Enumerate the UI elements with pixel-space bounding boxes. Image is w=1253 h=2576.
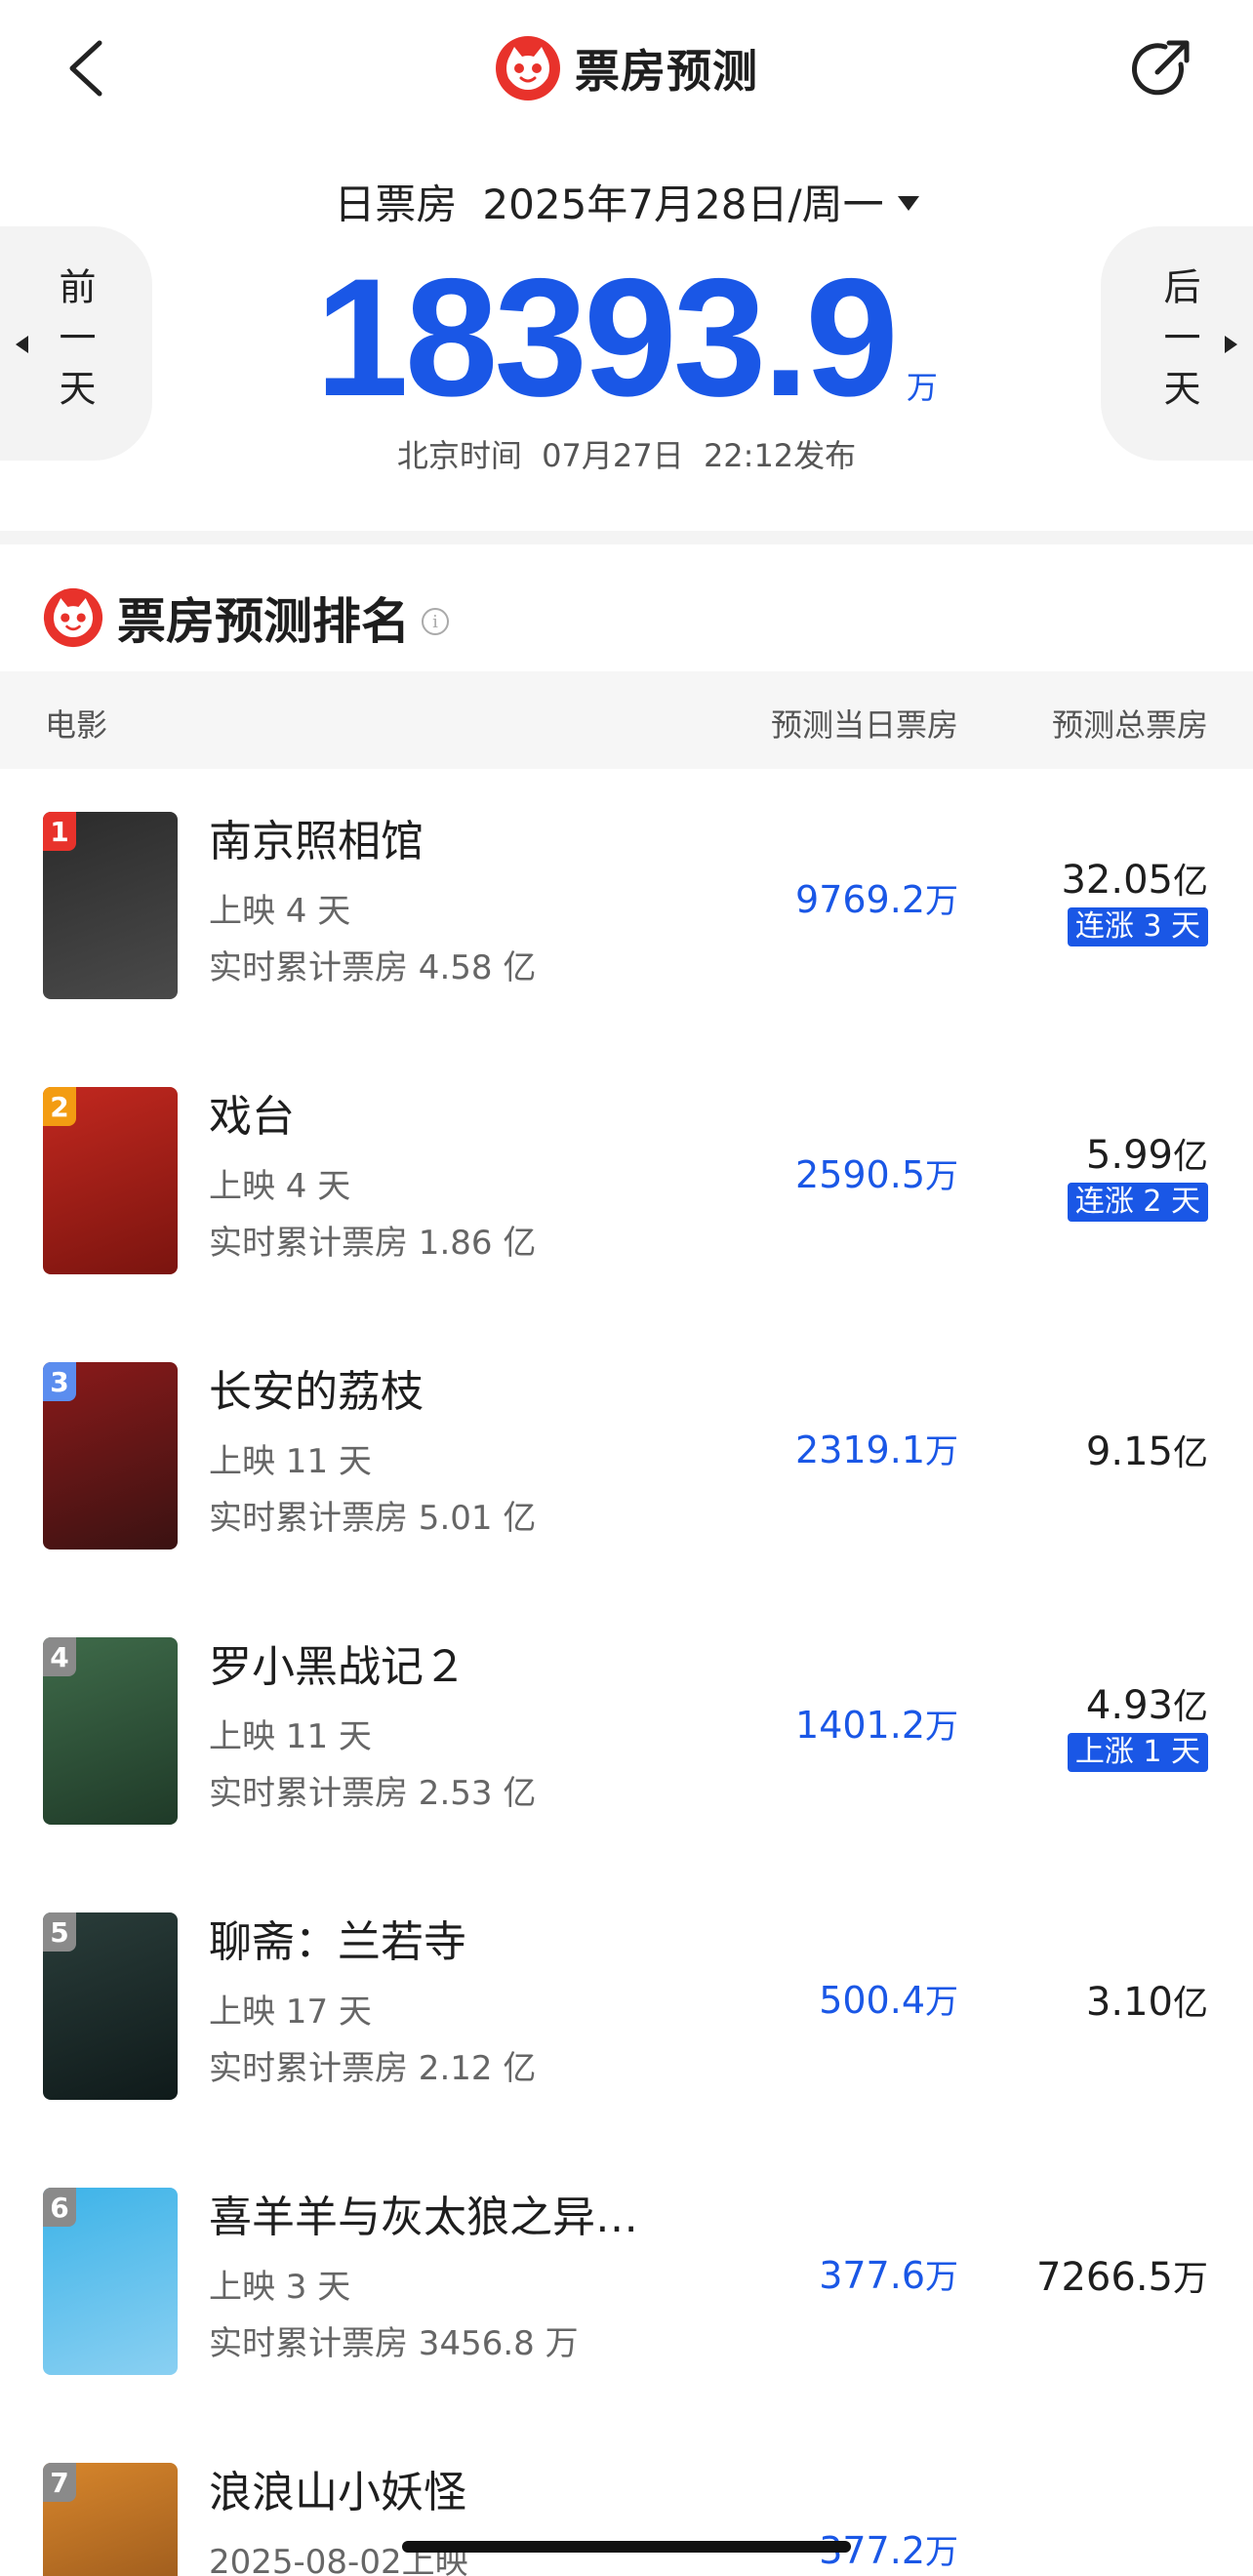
release-days: 上映 11 天 — [209, 1442, 372, 1481]
column-header-day-box-office[interactable]: 预测当日票房 — [771, 701, 958, 745]
release-days: 上映 17 天 — [209, 1992, 372, 2032]
predicted-total-value: 7266.5 — [1036, 2255, 1173, 2300]
cumulative-box-office: 实时累计票房 5.01 亿 — [209, 1499, 537, 1538]
predicted-day-value: 500.4 — [819, 1979, 925, 2022]
cumulative-box-office: 实时累计票房 3456.8 万 — [209, 2324, 579, 2363]
predicted-total-value: 9.15 — [1085, 1429, 1173, 1474]
trend-badge: 上涨 1 天 — [1067, 1733, 1208, 1772]
predicted-total-box-office: 4.93亿 — [1086, 1678, 1208, 1729]
movie-row[interactable]: 6 喜羊羊与灰太狼之异… 上映 3 天实时累计票房 3456.8 万 377.6万 72… — [0, 2145, 1253, 2420]
predicted-day-box-office: 9769.2万 — [795, 874, 958, 922]
share-icon[interactable] — [1128, 35, 1194, 101]
predicted-total-unit: 万 — [1172, 2259, 1208, 2299]
movie-title[interactable]: 喜羊羊与灰太狼之异… — [209, 2182, 638, 2244]
movie-row[interactable]: 1 南京照相馆 上映 4 天实时累计票房 4.58 亿 9769.2万 32.05亿 连涨… — [0, 769, 1253, 1044]
predicted-day-box-office: 2319.1万 — [795, 1425, 958, 1472]
predicted-day-unit: 万 — [925, 2258, 958, 2297]
info-icon[interactable]: i — [422, 608, 449, 635]
movie-row[interactable]: 5 聊斋：兰若寺上映 17 天实时累计票房 2.12 亿 500.4万 3.10亿 — [0, 1870, 1253, 2145]
rank-badge: 1 — [43, 812, 76, 851]
nav-title-group: 票房预测 — [0, 31, 1253, 105]
total-box-office: 18393.9 万 — [0, 244, 1253, 431]
publish-time: 北京时间 07月27日 22:12发布 — [396, 437, 857, 474]
movie-title[interactable]: 浪浪山小妖怪 — [209, 2457, 466, 2519]
predicted-day-unit: 万 — [925, 1432, 958, 1471]
predicted-day-value: 377.6 — [819, 2254, 925, 2297]
release-days: 上映 4 天 — [209, 892, 351, 931]
release-days: 上映 3 天 — [209, 2268, 351, 2307]
predicted-day-box-office: 377.6万 — [819, 2250, 958, 2298]
cumulative-box-office: 实时累计票房 1.86 亿 — [209, 1224, 537, 1263]
predicted-total-unit: 亿 — [1172, 1984, 1208, 2024]
date-type-label: 日票房 — [334, 180, 458, 228]
section-divider — [0, 531, 1253, 544]
home-indicator — [402, 2541, 851, 2553]
movie-title[interactable]: 罗小黑战记２ — [209, 1631, 466, 1694]
predicted-day-value: 1401.2 — [795, 1704, 925, 1747]
predicted-total-unit: 亿 — [1172, 1433, 1208, 1473]
total-box-office-unit: 万 — [906, 369, 938, 406]
predicted-total-value: 32.05 — [1061, 858, 1173, 903]
predicted-total-box-office: 7266.5万 — [1036, 2250, 1208, 2301]
rank-badge: 5 — [43, 1912, 76, 1952]
predicted-day-value: 2590.5 — [795, 1153, 925, 1196]
predicted-total-value: 5.99 — [1085, 1133, 1173, 1178]
predicted-day-value: 2319.1 — [795, 1429, 925, 1471]
ranking-title: 票房预测排名 — [117, 593, 410, 650]
predicted-day-box-office: 500.4万 — [819, 1975, 958, 2023]
table-header: 电影 预测当日票房 预测总票房 — [0, 671, 1253, 769]
movie-row[interactable]: 3 长安的荔枝上映 11 天实时累计票房 5.01 亿 2319.1万 9.15亿 — [0, 1319, 1253, 1594]
cumulative-box-office: 实时累计票房 4.58 亿 — [209, 948, 537, 987]
predicted-day-box-office: 1401.2万 — [795, 1700, 958, 1748]
rank-badge: 2 — [43, 1087, 76, 1126]
rank-badge: 4 — [43, 1637, 76, 1676]
predicted-day-unit: 万 — [925, 1983, 958, 2022]
movie-title[interactable]: 戏台 — [209, 1081, 295, 1144]
predicted-total-value: 4.93 — [1085, 1683, 1173, 1728]
movie-row[interactable]: 2 戏台上映 4 天实时累计票房 1.86 亿 2590.5万 5.99亿连涨 2 天 — [0, 1044, 1253, 1319]
release-days: 上映 4 天 — [209, 1167, 351, 1206]
release-days: 上映 11 天 — [209, 1717, 372, 1756]
movie-title[interactable]: 长安的荔枝 — [209, 1356, 424, 1419]
column-header-total-box-office[interactable]: 预测总票房 — [1052, 701, 1208, 745]
movie-title[interactable]: 南京照相馆 — [209, 806, 424, 868]
predicted-day-value: 9769.2 — [795, 878, 925, 921]
column-header-movie: 电影 — [45, 706, 108, 744]
predicted-total-box-office: 9.15亿 — [1086, 1425, 1208, 1475]
predicted-total-box-office: 3.10亿 — [1086, 1975, 1208, 2026]
predicted-total-unit: 亿 — [1172, 862, 1208, 902]
predicted-day-unit: 万 — [925, 1157, 958, 1196]
predicted-total-box-office: 5.99亿 — [1086, 1128, 1208, 1179]
predicted-total-box-office: 32.05亿 — [1061, 853, 1208, 904]
date-value: 2025年7月28日/周一 — [482, 180, 884, 228]
predicted-day-unit: 万 — [925, 1708, 958, 1747]
caret-down-icon — [897, 195, 919, 211]
predicted-total-unit: 亿 — [1172, 1687, 1208, 1727]
predicted-total-value: 3.10 — [1085, 1980, 1173, 2025]
cat-logo-icon — [496, 36, 560, 101]
movie-row[interactable]: 7 浪浪山小妖怪 2025-08-02上映 377.2万 — [0, 2420, 1253, 2576]
date-selector[interactable]: 日票房 2025年7月28日/周一 — [0, 170, 1253, 232]
page-title: 票房预测 — [575, 45, 758, 98]
rank-badge: 6 — [43, 2188, 76, 2227]
predicted-total-unit: 亿 — [1172, 1137, 1208, 1177]
trend-badge: 连涨 3 天 — [1067, 907, 1208, 946]
predicted-day-unit: 万 — [925, 882, 958, 921]
rank-badge: 7 — [43, 2463, 76, 2502]
movie-row[interactable]: 4 罗小黑战记２ 上映 11 天实时累计票房 2.53 亿 1401.2万 4.93亿上… — [0, 1594, 1253, 1870]
trend-badge: 连涨 2 天 — [1067, 1183, 1208, 1222]
cat-logo-icon — [43, 587, 103, 648]
predicted-day-box-office: 2590.5万 — [795, 1149, 958, 1197]
predicted-day-unit: 万 — [925, 2533, 958, 2572]
rank-badge: 3 — [43, 1362, 76, 1401]
total-box-office-value: 18393.9 — [315, 244, 899, 431]
movie-title[interactable]: 聊斋：兰若寺 — [209, 1907, 466, 1969]
cumulative-box-office: 实时累计票房 2.12 亿 — [209, 2049, 537, 2088]
cumulative-box-office: 实时累计票房 2.53 亿 — [209, 1774, 537, 1813]
top-nav-bar: 票房预测 — [0, 0, 1253, 137]
ranking-header: 票房预测排名 i — [43, 584, 449, 652]
